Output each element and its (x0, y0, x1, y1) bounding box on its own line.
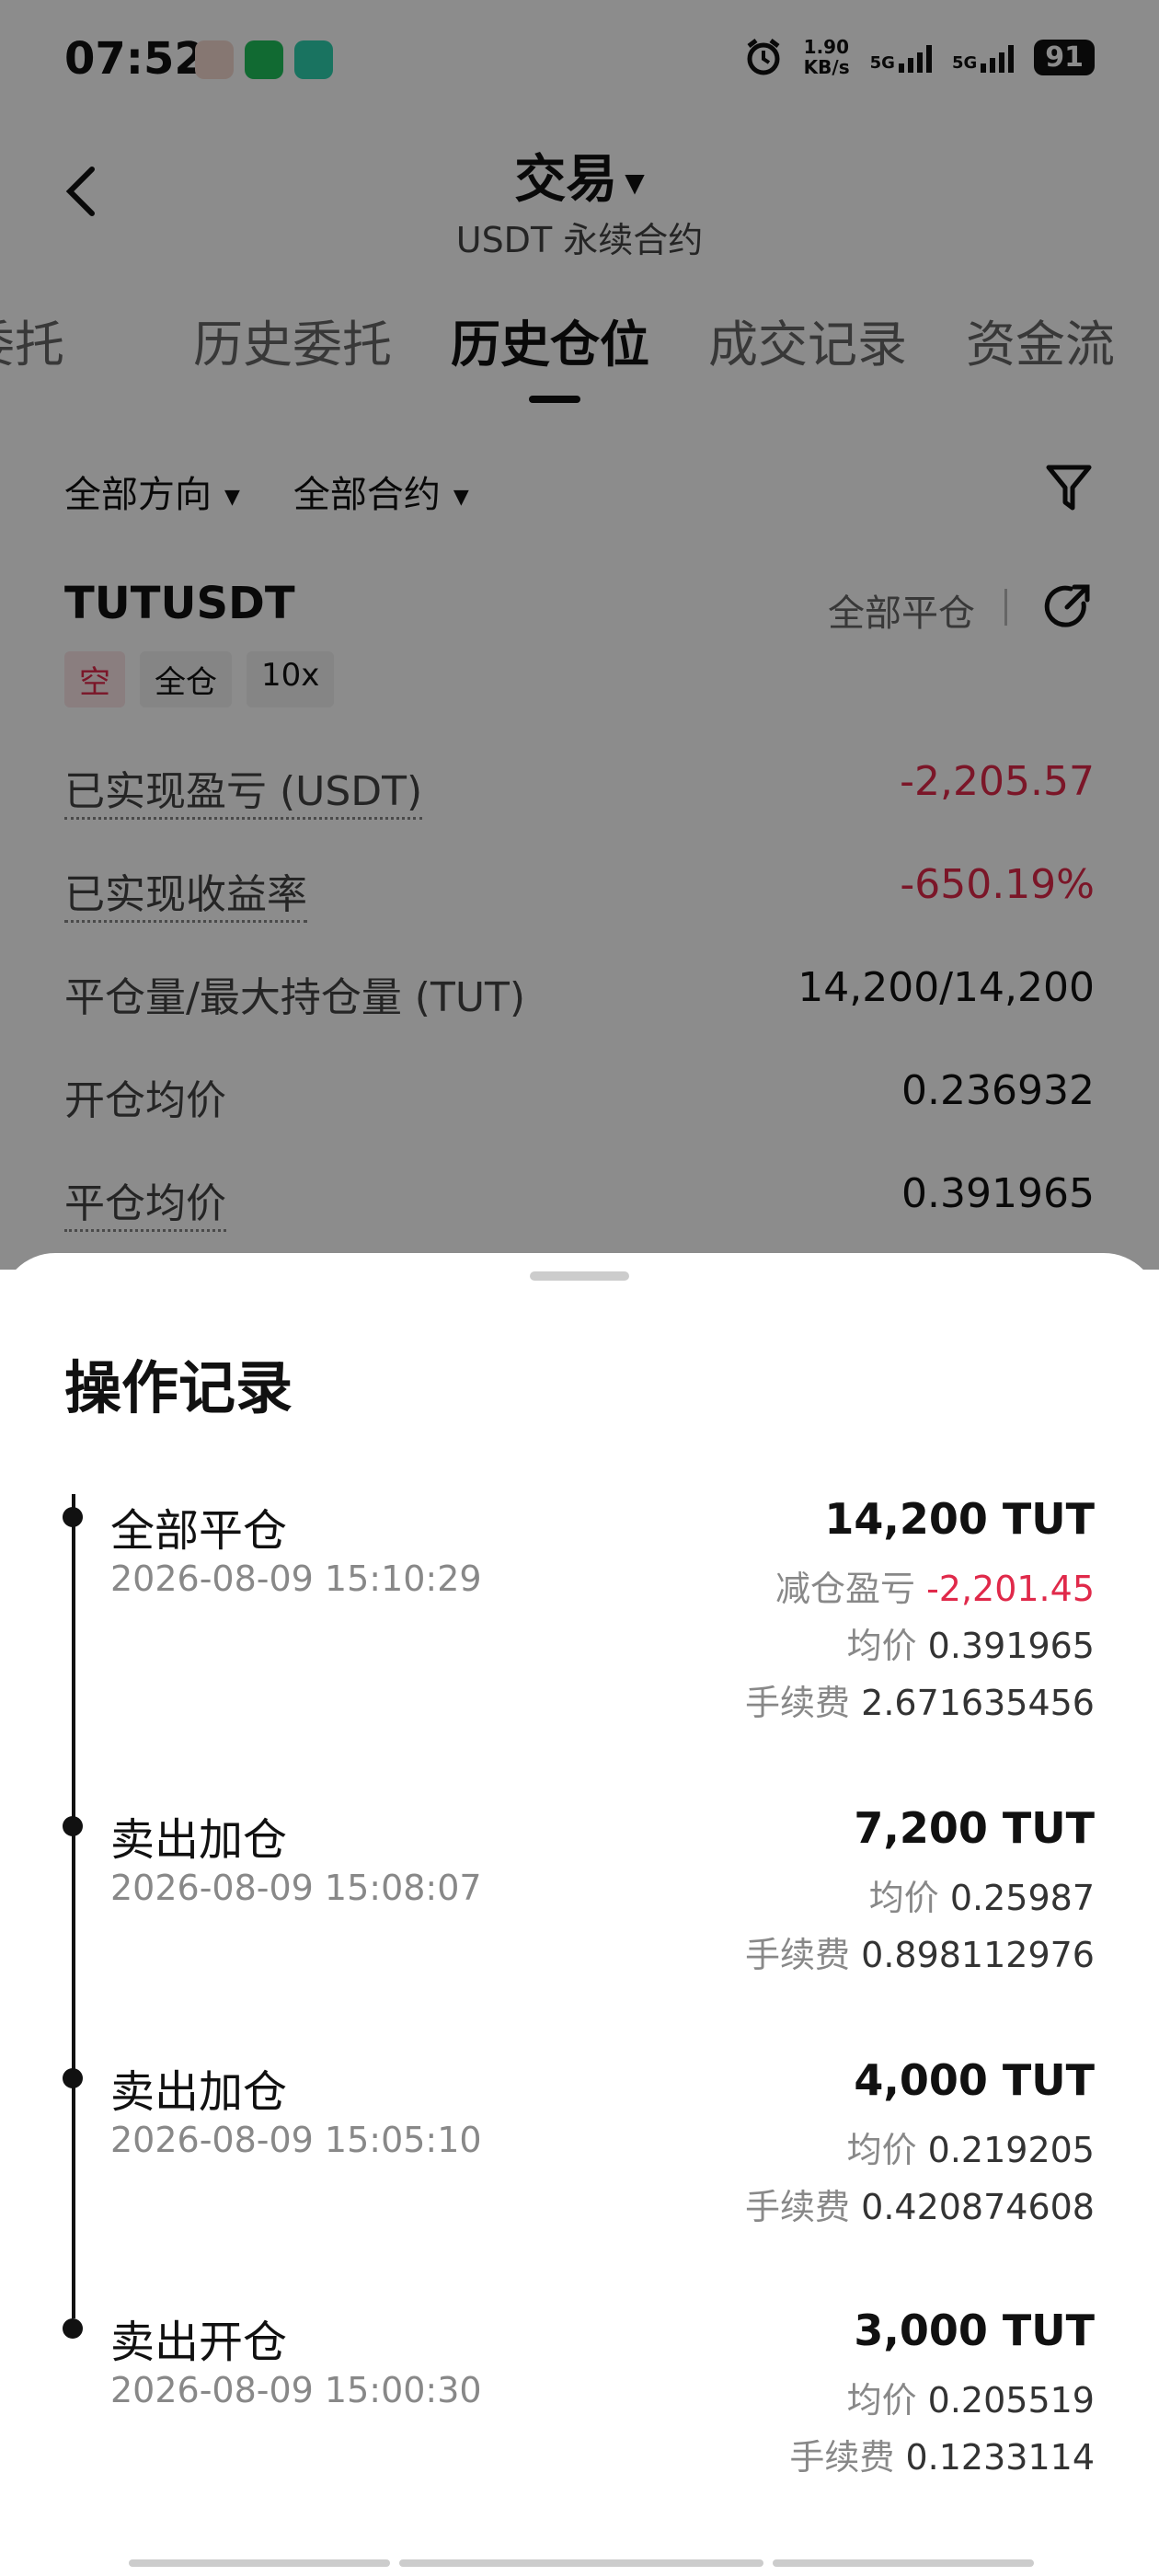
record-time: 2026-08-09 15:05:10 (110, 2120, 482, 2160)
record-fee: 手续费 0.420874608 (745, 2187, 1095, 2227)
record-action: 全部平仓 (110, 1505, 288, 1557)
record-qty: 7,200 TUT (854, 1803, 1095, 1853)
sheet-drag-handle[interactable] (530, 1271, 629, 1281)
record-pnl: 减仓盈亏 -2,201.45 (775, 1569, 1095, 1609)
record-time: 2026-08-09 15:10:29 (110, 1558, 482, 1599)
page-root: 07:52 1.90 KB/s 5G 5G 91 交易 ▼ USDT 永续合约 … (0, 0, 1159, 2576)
timeline-dot (63, 1507, 83, 1527)
record-avg-price: 均价 0.25987 (868, 1878, 1095, 1918)
record-avg-price: 均价 0.219205 (846, 2130, 1095, 2170)
operation-records-sheet: 操作记录 全部平仓 2026-08-09 15:10:29 14,200 TUT… (0, 1253, 1159, 2576)
record-avg-price: 均价 0.205519 (846, 2380, 1095, 2421)
timeline-dot (63, 1816, 83, 1836)
record-fee: 手续费 2.671635456 (745, 1683, 1095, 1723)
nav-gesture-bar (129, 2559, 1034, 2567)
record-action: 卖出开仓 (110, 2317, 288, 2368)
record-qty: 14,200 TUT (824, 1494, 1095, 1544)
record-time: 2026-08-09 15:08:07 (110, 1868, 482, 1908)
timeline-line (72, 1494, 75, 2318)
sheet-title: 操作记录 (64, 1354, 293, 1421)
modal-overlay[interactable] (0, 0, 1159, 1270)
record-fee: 手续费 0.1233114 (789, 2437, 1095, 2478)
record-time: 2026-08-09 15:00:30 (110, 2370, 482, 2410)
record-qty: 4,000 TUT (854, 2055, 1095, 2105)
record-qty: 3,000 TUT (854, 2306, 1095, 2355)
record-action: 卖出加仓 (110, 1814, 288, 1866)
record-action: 卖出加仓 (110, 2066, 288, 2118)
record-avg-price: 均价 0.391965 (846, 1626, 1095, 1666)
record-fee: 手续费 0.898112976 (745, 1935, 1095, 1975)
timeline-dot (63, 2318, 83, 2339)
timeline-dot (63, 2068, 83, 2088)
